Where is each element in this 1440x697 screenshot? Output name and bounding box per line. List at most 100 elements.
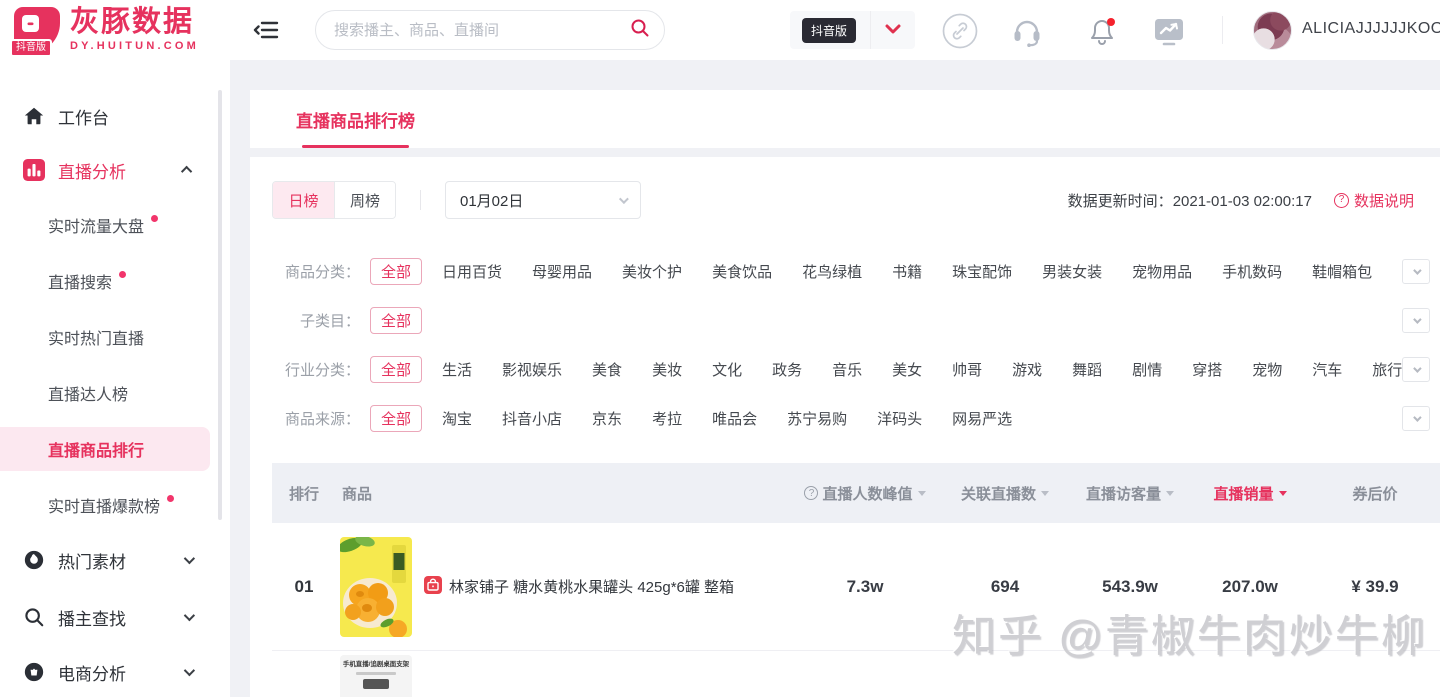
toolbar-divider: [420, 190, 421, 210]
expand-filter-button[interactable]: [1402, 406, 1430, 431]
filter-all-chip[interactable]: 全部: [370, 405, 423, 432]
sort-caret-icon: [1041, 490, 1049, 496]
filter-option[interactable]: 苏宁易购: [787, 408, 847, 429]
expand-filter-button[interactable]: [1402, 357, 1430, 382]
sidebar-item-realtime-traffic[interactable]: 实时流量大盘: [0, 205, 210, 245]
table-row-partial[interactable]: 手机直播/追剧桌面支架: [272, 651, 1440, 697]
filter-option[interactable]: 网易严选: [952, 408, 1012, 429]
chevron-down-icon: [183, 552, 196, 565]
column-peak-sortable[interactable]: ? 直播人数峰值: [790, 483, 940, 504]
headset-icon[interactable]: [1008, 12, 1046, 50]
filter-option[interactable]: 影视娱乐: [502, 359, 562, 380]
link-icon[interactable]: [941, 12, 979, 50]
notification-dot: [119, 270, 127, 278]
sidebar-item-label: 播主查找: [58, 609, 126, 629]
filter-option[interactable]: 文化: [712, 359, 742, 380]
column-sales-sortable-active[interactable]: 直播销量: [1190, 483, 1310, 504]
filter-option[interactable]: 舞蹈: [1072, 359, 1102, 380]
product-image[interactable]: [340, 536, 412, 637]
brand-logo-icon: 抖音版: [10, 7, 60, 57]
tab-bar: 直播商品排行榜: [250, 90, 1440, 148]
question-circle-icon: ?: [804, 486, 819, 500]
filter-option[interactable]: 洋码头: [877, 408, 922, 429]
chevron-down-icon: [885, 21, 901, 39]
filter-option[interactable]: 淘宝: [442, 408, 472, 429]
filter-option[interactable]: 美妆: [652, 359, 682, 380]
sidebar-item-label: 热门素材: [58, 552, 126, 572]
filter-option[interactable]: 帅哥: [952, 359, 982, 380]
filter-option[interactable]: 宠物用品: [1132, 261, 1192, 282]
filter-option[interactable]: 鞋帽箱包: [1312, 261, 1372, 282]
filter-all-chip[interactable]: 全部: [370, 307, 423, 334]
filter-label: 商品来源：: [284, 411, 360, 428]
bell-icon[interactable]: [1083, 12, 1121, 50]
filter-option[interactable]: 剧情: [1132, 359, 1162, 380]
filter-option[interactable]: 美食饮品: [712, 261, 772, 282]
sidebar-item-finder[interactable]: 播主查找: [0, 597, 230, 637]
brand-domain: DY.HUITUN.COM: [70, 40, 199, 52]
filter-option[interactable]: 京东: [592, 408, 622, 429]
table-row[interactable]: 01 林家铺子 糖水黄桃水果罐头 425g*6罐 整箱 7.3w 694 543…: [272, 523, 1440, 651]
product-image[interactable]: 手机直播/追剧桌面支架: [340, 655, 412, 697]
toolbar: 日榜 周榜 01月02日 数据更新时间：2021-01-03 02:00:17 …: [250, 157, 1440, 219]
column-related-sortable[interactable]: 关联直播数: [940, 483, 1070, 504]
date-select[interactable]: 01月02日: [445, 181, 641, 219]
filter-option[interactable]: 政务: [772, 359, 802, 380]
sidebar-item-label: 实时流量大盘: [48, 219, 145, 236]
sidebar-item-realtime-hot-live[interactable]: 实时热门直播: [0, 317, 210, 357]
filter-option[interactable]: 美妆个护: [622, 261, 682, 282]
data-update-time: 数据更新时间：2021-01-03 02:00:17: [1067, 192, 1312, 210]
sidebar-item-live-search[interactable]: 直播搜索: [0, 261, 210, 301]
filter-option[interactable]: 生活: [442, 359, 472, 380]
collapse-menu-icon[interactable]: [253, 17, 279, 48]
filter-option[interactable]: 穿搭: [1192, 359, 1222, 380]
sort-caret-icon: [1166, 490, 1174, 496]
filter-option[interactable]: 珠宝配饰: [952, 261, 1012, 282]
filter-option[interactable]: 书籍: [892, 261, 922, 282]
sidebar-item-live-analysis[interactable]: 直播分析: [0, 150, 230, 190]
expand-filter-button[interactable]: [1402, 308, 1430, 333]
related-lives-value: 694: [990, 576, 1020, 596]
column-visitors-sortable[interactable]: 直播访客量: [1070, 483, 1190, 504]
brand-logo[interactable]: 抖音版 灰豚数据 DY.HUITUN.COM: [10, 7, 199, 57]
sidebar-item-live-talent-rank[interactable]: 直播达人榜: [0, 373, 210, 413]
filter-row-category: 商品分类： 全部 日用百货 母婴用品 美妆个护 美食饮品 花鸟绿植 书籍 珠宝配…: [250, 247, 1440, 296]
monitor-chart-icon[interactable]: [1150, 12, 1188, 50]
filter-option[interactable]: 考拉: [652, 408, 682, 429]
filter-option[interactable]: 抖音小店: [502, 408, 562, 429]
filter-option[interactable]: 旅行: [1372, 359, 1402, 380]
filter-option[interactable]: 日用百货: [442, 261, 502, 282]
filter-option[interactable]: 汽车: [1312, 359, 1342, 380]
filter-option[interactable]: 唯品会: [712, 408, 757, 429]
weekly-rank-button[interactable]: 周榜: [334, 182, 395, 218]
chevron-down-icon: [183, 664, 196, 677]
filter-option[interactable]: 音乐: [832, 359, 862, 380]
filter-option[interactable]: 美食: [592, 359, 622, 380]
filter-all-chip[interactable]: 全部: [370, 356, 423, 383]
avatar[interactable]: [1253, 11, 1292, 50]
sidebar-item-live-product-rank[interactable]: 直播商品排行: [0, 427, 210, 471]
filter-option[interactable]: 花鸟绿植: [802, 261, 862, 282]
daily-rank-button[interactable]: 日榜: [273, 182, 334, 218]
filter-option[interactable]: 母婴用品: [532, 261, 592, 282]
filter-option[interactable]: 男装女装: [1042, 261, 1102, 282]
sidebar-item-label: 工作台: [58, 108, 109, 128]
expand-filter-button[interactable]: [1402, 259, 1430, 284]
sidebar-item-ecommerce[interactable]: 电商分析: [0, 652, 230, 692]
filter-option[interactable]: 宠物: [1252, 359, 1282, 380]
product-name[interactable]: 林家铺子 糖水黄桃水果罐头 425g*6罐 整箱: [449, 576, 734, 597]
data-help-link[interactable]: ? 数据说明: [1333, 190, 1414, 211]
filter-option[interactable]: 游戏: [1012, 359, 1042, 380]
version-switcher[interactable]: 抖音版: [790, 11, 916, 49]
sidebar-item-hot-material[interactable]: 热门素材: [0, 540, 230, 580]
filter-all-chip[interactable]: 全部: [370, 258, 423, 285]
filter-option[interactable]: 手机数码: [1222, 261, 1282, 282]
search-icon[interactable]: [630, 18, 650, 43]
tab-live-product-rank[interactable]: 直播商品排行榜: [296, 90, 415, 148]
search-input[interactable]: [334, 21, 630, 39]
sidebar-item-workbench[interactable]: 工作台: [0, 96, 230, 136]
filter-option[interactable]: 美女: [892, 359, 922, 380]
sidebar-item-realtime-hot-products[interactable]: 实时直播爆款榜: [0, 485, 210, 525]
sidebar-scrollbar[interactable]: [218, 90, 222, 520]
username[interactable]: ALICIAJJJJJJKOOK: [1302, 20, 1440, 38]
